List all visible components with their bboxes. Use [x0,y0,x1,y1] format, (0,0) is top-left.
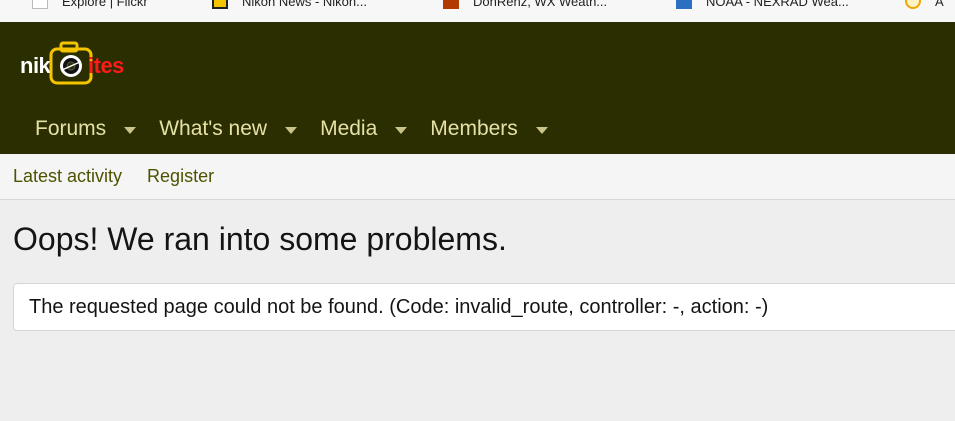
logo-text-red: ites [88,53,124,78]
bookmark-noaa[interactable]: NOAA - NEXRAD Wea... [676,0,849,11]
bookmark-label: A [935,0,944,9]
weather-bookmark-icon [443,0,459,9]
flickr-bookmark-icon [32,0,48,9]
tab-label: Media [320,117,378,140]
bookmark-other[interactable]: A [905,0,944,11]
caret-down-icon[interactable] [535,126,548,134]
error-message-box: The requested page could not be found. (… [13,283,955,331]
bookmarks-bar: Explore | Flickr Nikon News - Nikon... D… [0,0,955,22]
error-message: The requested page could not be found. (… [29,296,769,318]
tab-whats-new[interactable]: What's new [159,104,298,154]
bookmark-label: Explore | Flickr [62,0,148,9]
register-link[interactable]: Register [147,166,214,187]
bookmark-nikon-news[interactable]: Nikon News - Nikon... [212,0,367,11]
sun-bookmark-icon [905,0,921,9]
bookmark-label: NOAA - NEXRAD Wea... [706,0,849,9]
site-header: nik ites Forums What's new Media Members [0,22,955,154]
main-nav: Forums What's new Media Members [0,104,571,154]
bookmark-weather[interactable]: DonRenz, WX Weath... [443,0,607,11]
tab-label: Forums [35,117,107,140]
page-title: Oops! We ran into some problems. [13,221,507,257]
bookmark-flickr[interactable]: Explore | Flickr [32,0,148,11]
sub-nav: Latest activity Register [0,154,955,200]
nikon-bookmark-icon [212,0,228,9]
site-logo[interactable]: nik ites [18,34,148,90]
caret-down-icon[interactable] [395,126,408,134]
bookmark-label: Nikon News - Nikon... [242,0,367,9]
caret-down-icon[interactable] [285,126,298,134]
tab-label: What's new [159,117,268,140]
logo-text-white: nik [20,53,51,78]
tab-forums[interactable]: Forums [0,104,137,154]
tab-label: Members [430,117,518,140]
caret-down-icon[interactable] [124,126,137,134]
latest-activity-link[interactable]: Latest activity [13,166,122,187]
bookmark-label: DonRenz, WX Weath... [473,0,608,9]
tab-members[interactable]: Members [430,104,548,154]
tab-media[interactable]: Media [320,104,408,154]
noaa-bookmark-icon [676,0,692,9]
